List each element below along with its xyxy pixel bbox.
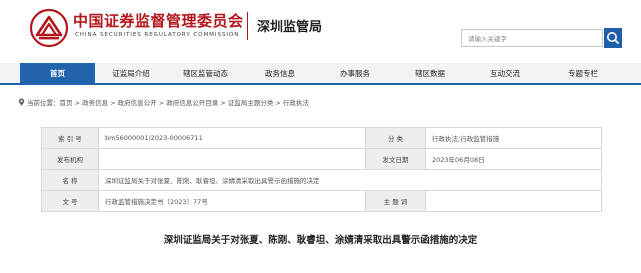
publisher-value bbox=[98, 148, 366, 170]
nav-item-intro[interactable]: 证监局介绍 bbox=[96, 63, 166, 85]
nav-item-regulatory-news[interactable]: 辖区监管动态 bbox=[168, 63, 243, 85]
keywords-value bbox=[425, 190, 602, 212]
nav-item-data[interactable]: 辖区数据 bbox=[395, 63, 465, 85]
search-input[interactable]: 请输入关键字 bbox=[461, 29, 603, 47]
doc-no-label: 文 号 bbox=[41, 190, 99, 212]
csrc-emblem-icon[interactable] bbox=[29, 8, 69, 48]
org-name-cn: 中国证券监督管理委员会 bbox=[73, 12, 244, 30]
name-value: 深圳证监局关于对张夏、陈刚、耿睿坦、涂婧清采取出具警示函措施的决定 bbox=[98, 169, 602, 191]
search-button[interactable] bbox=[604, 28, 622, 48]
table-row: 索 引 号 bm56000001/2023-00006711 分 类 行政执法;… bbox=[41, 127, 602, 149]
site-header: 中国证券监督管理委员会 CHINA SECURITIES REGULATORY … bbox=[0, 0, 641, 62]
breadcrumb: 当前位置：首页 > 政务信息 > 政府信息公开 > 政府信息公开目录 > 证监局… bbox=[18, 97, 309, 107]
index-label: 索 引 号 bbox=[41, 127, 99, 149]
search-placeholder: 请输入关键字 bbox=[468, 35, 507, 43]
org-name-en: CHINA SECURITIES REGULATORY COMMISSION bbox=[75, 32, 240, 38]
category-label: 分 类 bbox=[365, 127, 426, 149]
nav-item-special-topics[interactable]: 专题专栏 bbox=[548, 63, 618, 85]
table-row: 发布机构 发文日期 2023年06月08日 bbox=[41, 148, 602, 170]
table-row: 名 称 深圳证监局关于对张夏、陈刚、耿睿坦、涂婧清采取出具警示函措施的决定 bbox=[41, 169, 602, 191]
location-pin-icon bbox=[18, 98, 25, 106]
breadcrumb-text[interactable]: 当前位置：首页 > 政务信息 > 政府信息公开 > 政府信息公开目录 > 证监局… bbox=[27, 99, 309, 107]
keywords-label: 主 题 词 bbox=[365, 190, 426, 212]
date-value: 2023年06月08日 bbox=[425, 148, 602, 170]
index-value: bm56000001/2023-00006711 bbox=[98, 127, 366, 149]
nav-item-interaction[interactable]: 互动交流 bbox=[470, 63, 540, 85]
branch-name: 深圳监管局 bbox=[257, 20, 323, 35]
name-label: 名 称 bbox=[41, 169, 99, 191]
category-value: 行政执法;行政监管措施 bbox=[425, 127, 602, 149]
document-meta-table: 索 引 号 bm56000001/2023-00006711 分 类 行政执法;… bbox=[41, 127, 602, 212]
table-row: 文 号 行政监管措施决定书〔2023〕77号 主 题 词 bbox=[41, 190, 602, 212]
date-label: 发文日期 bbox=[365, 148, 426, 170]
doc-no-value: 行政监管措施决定书〔2023〕77号 bbox=[98, 190, 366, 212]
nav-item-gov-info[interactable]: 政务信息 bbox=[245, 63, 315, 85]
header-divider bbox=[247, 12, 248, 40]
nav-item-services[interactable]: 办事服务 bbox=[320, 63, 390, 85]
publisher-label: 发布机构 bbox=[41, 148, 99, 170]
search-icon bbox=[607, 32, 619, 44]
document-title: 深圳证监局关于对张夏、陈刚、耿睿坦、涂婧清采取出具警示函措施的决定 bbox=[163, 235, 478, 246]
main-nav: 首页 证监局介绍 辖区监管动态 政务信息 办事服务 辖区数据 互动交流 专题专栏 bbox=[0, 63, 641, 85]
nav-item-home[interactable]: 首页 bbox=[20, 63, 95, 85]
